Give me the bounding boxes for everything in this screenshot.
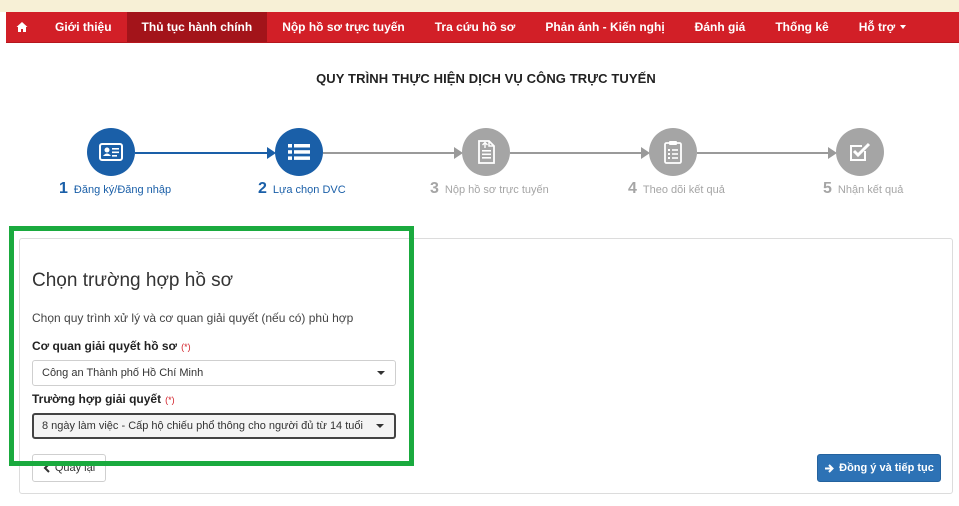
back-button[interactable]: Quay lại bbox=[32, 454, 106, 482]
nav-item-nop-ho-so[interactable]: Nộp hồ sơ trực tuyến bbox=[267, 12, 420, 42]
step-4-number: 4 bbox=[628, 180, 637, 197]
step-1-circle bbox=[87, 128, 135, 176]
nav-item-phan-anh-kien-nghi[interactable]: Phản ánh - Kiến nghị bbox=[530, 12, 679, 42]
clipboard-icon bbox=[664, 141, 682, 164]
step-3-label: 3 Nộp hồ sơ trực tuyến bbox=[430, 180, 549, 198]
home-nav-button[interactable] bbox=[6, 12, 40, 42]
main-nav: Giới thiệu Thủ tục hành chính Nộp hồ sơ … bbox=[6, 12, 959, 43]
document-upload-icon bbox=[478, 140, 495, 164]
chevron-down-icon bbox=[900, 25, 907, 29]
step-2-text: Lựa chọn DVC bbox=[272, 184, 346, 196]
step-5-label: 5 Nhận kết quả bbox=[823, 180, 903, 198]
case-label-text: Trường hợp giải quyết bbox=[32, 392, 162, 406]
step-connector-2 bbox=[323, 152, 456, 154]
agency-select-value: Công an Thành phố Hồ Chí Minh bbox=[42, 367, 204, 379]
caret-down-icon bbox=[376, 424, 384, 428]
page-title: QUY TRÌNH THỰC HIỆN DỊCH VỤ CÔNG TRỰC TU… bbox=[316, 71, 656, 86]
step-5-number: 5 bbox=[823, 180, 832, 197]
arrow-right-icon bbox=[825, 463, 835, 473]
step-1-text: Đăng ký/Đăng nhập bbox=[73, 184, 172, 196]
form-description: Chọn quy trình xử lý và cơ quan giải quy… bbox=[32, 311, 354, 325]
step-2-label: 2 Lựa chọn DVC bbox=[258, 180, 346, 198]
back-button-label: Quay lại bbox=[54, 462, 96, 474]
step-3-text: Nộp hồ sơ trực tuyến bbox=[444, 184, 549, 196]
required-marker: (*) bbox=[165, 395, 175, 405]
required-marker: (*) bbox=[181, 342, 191, 352]
step-1-number: 1 bbox=[59, 180, 68, 197]
case-label: Trường hợp giải quyết (*) bbox=[32, 392, 175, 406]
step-4-circle bbox=[649, 128, 697, 176]
agency-label: Cơ quan giải quyết hồ sơ (*) bbox=[32, 339, 191, 353]
top-banner-strip bbox=[0, 0, 959, 12]
nav-item-thu-tuc-hanh-chinh[interactable]: Thủ tục hành chính bbox=[126, 12, 268, 42]
nav-item-danh-gia[interactable]: Đánh giá bbox=[680, 12, 761, 42]
agency-select[interactable]: Công an Thành phố Hồ Chí Minh bbox=[32, 360, 396, 386]
step-connector-1 bbox=[135, 152, 270, 154]
step-5-circle bbox=[836, 128, 884, 176]
caret-down-icon bbox=[377, 371, 385, 375]
step-5-text: Nhận kết quả bbox=[837, 184, 904, 196]
home-icon bbox=[16, 22, 28, 32]
nav-item-ho-tro[interactable]: Hỗ trợ bbox=[844, 12, 922, 42]
step-1-label: 1 Đăng ký/Đăng nhập bbox=[59, 180, 171, 198]
nav-item-ho-tro-label: Hỗ trợ bbox=[858, 20, 896, 34]
step-2-circle bbox=[275, 128, 323, 176]
id-card-icon bbox=[99, 143, 123, 161]
step-4-text: Theo dõi kết quả bbox=[642, 184, 725, 196]
nav-item-gioi-thieu[interactable]: Giới thiệu bbox=[40, 12, 127, 42]
case-select[interactable]: 8 ngày làm việc - Cấp hộ chiếu phổ thông… bbox=[32, 413, 396, 439]
step-connector-3 bbox=[510, 152, 643, 154]
agree-continue-button[interactable]: Đồng ý và tiếp tục bbox=[817, 454, 941, 482]
nav-item-tra-cuu-ho-so[interactable]: Tra cứu hồ sơ bbox=[420, 12, 531, 42]
nav-item-thong-ke[interactable]: Thống kê bbox=[760, 12, 843, 42]
list-icon bbox=[288, 144, 310, 160]
chevron-left-icon bbox=[43, 463, 50, 473]
step-connector-4 bbox=[697, 152, 830, 154]
form-title: Chọn trường hợp hồ sơ bbox=[32, 270, 234, 291]
agency-label-text: Cơ quan giải quyết hồ sơ bbox=[32, 339, 178, 353]
check-square-icon bbox=[850, 142, 871, 161]
case-select-value: 8 ngày làm việc - Cấp hộ chiếu phổ thông… bbox=[42, 420, 363, 432]
step-4-label: 4 Theo dõi kết quả bbox=[628, 180, 725, 198]
step-2-number: 2 bbox=[258, 180, 267, 197]
step-3-number: 3 bbox=[430, 180, 439, 197]
agree-continue-label: Đồng ý và tiếp tục bbox=[839, 462, 934, 474]
step-3-circle bbox=[462, 128, 510, 176]
